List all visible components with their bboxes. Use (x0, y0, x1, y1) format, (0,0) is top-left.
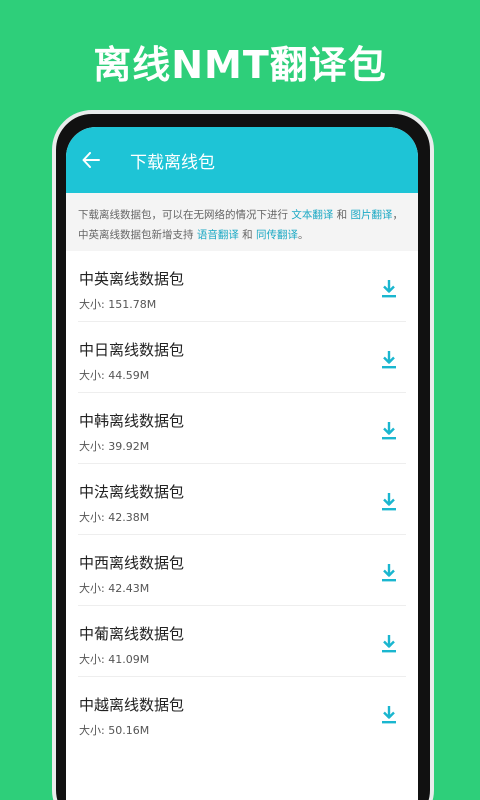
list-item: 中韩离线数据包 大小: 39.92M (78, 393, 406, 464)
app-bar: 下载离线包 (66, 127, 418, 193)
back-button[interactable] (80, 149, 102, 171)
download-button[interactable] (380, 279, 398, 299)
download-button[interactable] (380, 634, 398, 654)
arrow-left-icon (82, 152, 100, 168)
package-size: 大小: 41.09M (79, 653, 150, 666)
package-size: 大小: 50.16M (79, 724, 150, 737)
info-banner: 下载离线数据包，可以在无网络的情况下进行 文本翻译 和 图片翻译，中英离线数据包… (66, 193, 418, 251)
download-button[interactable] (380, 421, 398, 441)
package-list: 中英离线数据包 大小: 151.78M 中日离线数据包 大小: 44.59M 中… (66, 251, 418, 748)
info-text: 。 (298, 229, 309, 241)
promo-title: 离线NMT翻译包 (93, 43, 387, 87)
download-icon (382, 280, 396, 298)
package-name: 中韩离线数据包 (79, 412, 185, 430)
package-name: 中葡离线数据包 (79, 625, 185, 643)
download-icon (382, 493, 396, 511)
package-size: 大小: 42.38M (79, 511, 150, 524)
download-button[interactable] (380, 705, 398, 725)
simul-translate-link[interactable]: 同传翻译 (256, 229, 298, 241)
list-item: 中法离线数据包 大小: 42.38M (78, 464, 406, 535)
list-item: 中日离线数据包 大小: 44.59M (78, 322, 406, 393)
info-text: 和 (333, 209, 351, 221)
download-icon (382, 635, 396, 653)
page-title: 下载离线包 (130, 152, 215, 173)
download-button[interactable] (380, 350, 398, 370)
download-button[interactable] (380, 492, 398, 512)
package-name: 中越离线数据包 (79, 696, 185, 714)
package-size: 大小: 42.43M (79, 582, 150, 595)
package-name: 中英离线数据包 (79, 270, 185, 288)
info-text: 和 (238, 229, 257, 241)
download-icon (382, 351, 396, 369)
package-name: 中西离线数据包 (79, 554, 185, 572)
package-size: 大小: 39.92M (79, 440, 150, 453)
download-icon (382, 422, 396, 440)
voice-translate-link[interactable]: 语音翻译 (197, 229, 239, 241)
text-translate-link[interactable]: 文本翻译 (291, 209, 333, 221)
info-text: 下载离线数据包，可以在无网络的情况下进行 (78, 209, 292, 221)
list-item: 中越离线数据包 大小: 50.16M (78, 677, 406, 748)
package-size: 大小: 44.59M (79, 369, 150, 382)
download-button[interactable] (380, 563, 398, 583)
package-name: 中日离线数据包 (79, 341, 185, 359)
list-item: 中西离线数据包 大小: 42.43M (78, 535, 406, 606)
download-icon (382, 564, 396, 582)
list-item: 中英离线数据包 大小: 151.78M (78, 251, 406, 322)
list-item: 中葡离线数据包 大小: 41.09M (78, 606, 406, 677)
image-translate-link[interactable]: 图片翻译 (351, 209, 393, 221)
package-name: 中法离线数据包 (79, 483, 185, 501)
download-icon (382, 706, 396, 724)
package-size: 大小: 151.78M (79, 298, 157, 311)
app-screen: 下载离线包 下载离线数据包，可以在无网络的情况下进行 文本翻译 和 图片翻译，中… (66, 127, 418, 800)
